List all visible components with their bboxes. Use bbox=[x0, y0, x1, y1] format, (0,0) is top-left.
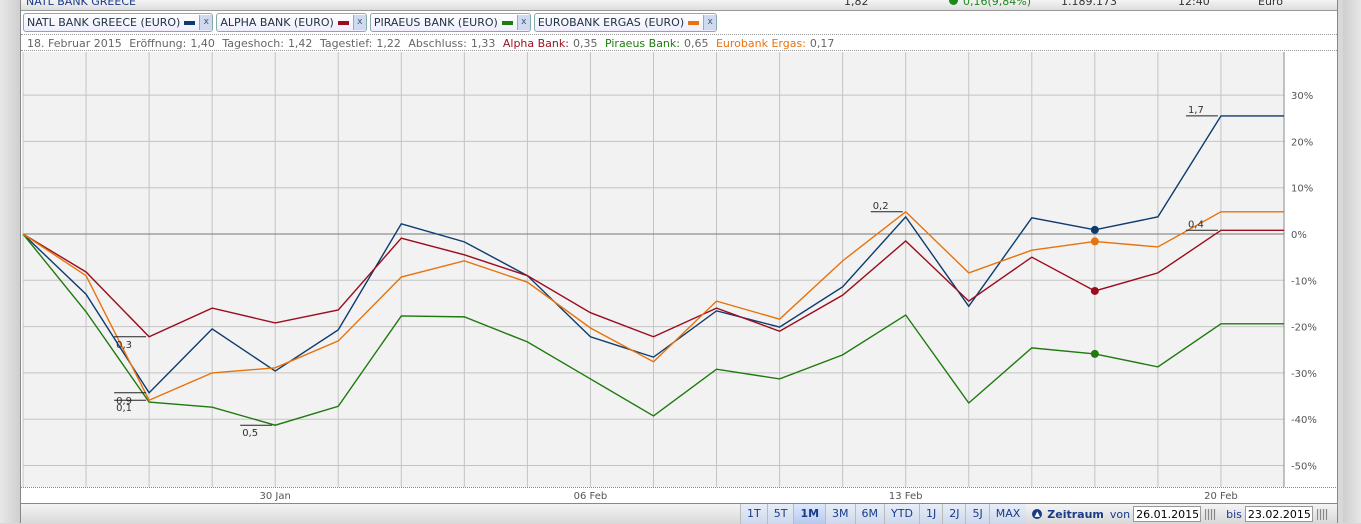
range-6m[interactable]: 6M bbox=[854, 504, 885, 524]
collapse-icon: ▲ bbox=[1032, 509, 1043, 519]
annotation-label: 0,2 bbox=[873, 201, 889, 212]
range-5t[interactable]: 5T bbox=[766, 504, 794, 524]
series-marker-3 bbox=[1090, 237, 1099, 246]
von-label: von bbox=[1109, 507, 1131, 521]
range-1m[interactable]: 1M bbox=[793, 504, 826, 524]
chart-panel: NATL BANK GREECE 1,82 0,16(9,84%) 1.189.… bbox=[20, 0, 1338, 524]
range-1t[interactable]: 1T bbox=[740, 504, 767, 524]
y-tick-label: 10% bbox=[1291, 184, 1313, 195]
x-tick-label: 13 Feb bbox=[889, 491, 923, 502]
x-tick-label: 20 Feb bbox=[1204, 491, 1238, 502]
zeitraum-label: Zeitraum bbox=[1047, 507, 1104, 521]
range-1j[interactable]: 1J bbox=[918, 504, 943, 524]
y-tick-label: -10% bbox=[1291, 276, 1317, 287]
calendar-icon[interactable] bbox=[1316, 508, 1328, 520]
annotation-label: 0,5 bbox=[242, 428, 258, 439]
bis-label: bis bbox=[1226, 507, 1242, 521]
y-tick-label: -30% bbox=[1291, 369, 1317, 380]
range-max[interactable]: MAX bbox=[988, 504, 1027, 524]
range-3m[interactable]: 3M bbox=[825, 504, 855, 524]
range-2j[interactable]: 2J bbox=[942, 504, 966, 524]
range-toolbar: 1T 5T 1M 3M 6M YTD 1J 2J 5J MAX ▲ Zeitrau… bbox=[21, 503, 1337, 524]
from-date-input[interactable] bbox=[1133, 506, 1202, 522]
y-tick-label: -40% bbox=[1291, 415, 1317, 426]
series-marker-0 bbox=[1090, 225, 1099, 234]
annotation-label: 0,1 bbox=[116, 403, 132, 414]
series-marker-2 bbox=[1090, 349, 1099, 358]
annotation-label: 0,4 bbox=[1188, 219, 1204, 230]
annotation-label: 0,3 bbox=[116, 340, 132, 351]
x-tick-label: 06 Feb bbox=[574, 491, 608, 502]
scrollbar[interactable] bbox=[1343, 0, 1361, 523]
y-tick-label: -50% bbox=[1291, 462, 1317, 473]
left-border bbox=[0, 0, 20, 523]
y-tick-label: -20% bbox=[1291, 323, 1317, 334]
y-tick-label: 0% bbox=[1291, 230, 1307, 241]
to-date-input[interactable] bbox=[1244, 506, 1313, 522]
annotation-label: 1,7 bbox=[1188, 105, 1204, 116]
y-tick-label: 20% bbox=[1291, 137, 1313, 148]
y-tick-label: 30% bbox=[1291, 91, 1313, 102]
x-tick-label: 30 Jan bbox=[260, 491, 291, 502]
zeitraum-toggle[interactable]: ▲ Zeitraum bbox=[1032, 508, 1104, 521]
range-5j[interactable]: 5J bbox=[965, 504, 989, 524]
series-marker-1 bbox=[1090, 286, 1099, 295]
range-ytd[interactable]: YTD bbox=[884, 504, 919, 524]
calendar-icon[interactable] bbox=[1205, 508, 1217, 520]
line-chart[interactable]: 30% 20% 10% 0% -10% -20% -30% -40% -50% 30 Jan 06 … bbox=[21, 0, 1337, 503]
